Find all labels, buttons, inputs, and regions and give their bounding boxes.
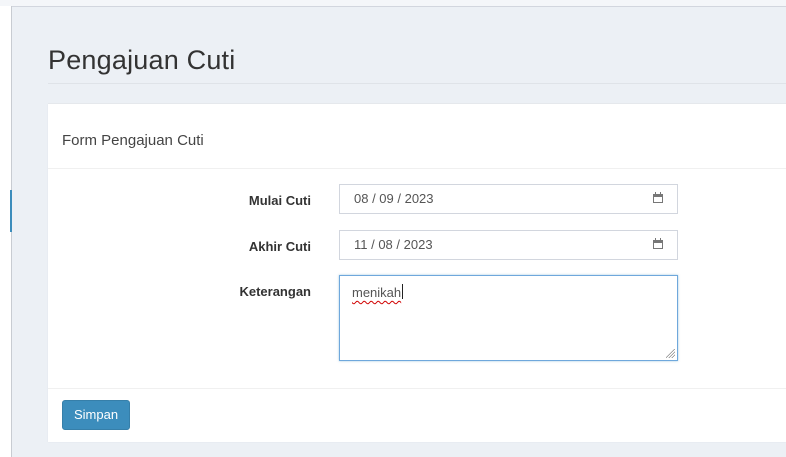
content-wrapper: Pengajuan Cuti Form Pengajuan Cuti Mulai… (12, 7, 786, 457)
leave-request-form-box: Form Pengajuan Cuti Mulai Cuti 08 / 09 /… (48, 103, 786, 442)
calendar-icon[interactable] (653, 192, 663, 203)
form-box-header: Form Pengajuan Cuti (48, 104, 786, 169)
mulai-cuti-label: Mulai Cuti (248, 193, 311, 208)
top-border (0, 0, 786, 7)
keterangan-value: menikah (352, 285, 402, 300)
akhir-cuti-label: Akhir Cuti (248, 239, 311, 254)
calendar-icon[interactable] (653, 238, 663, 249)
keterangan-label: Keterangan (239, 284, 311, 299)
form-box-footer: Simpan (48, 388, 786, 442)
page-title: Pengajuan Cuti (48, 45, 236, 75)
keterangan-textarea[interactable]: menikah (339, 275, 678, 361)
mulai-cuti-value: 08 / 09 / 2023 (354, 191, 434, 206)
save-button[interactable]: Simpan (62, 400, 131, 430)
form-title: Form Pengajuan Cuti (62, 132, 204, 149)
form-row-akhir-cuti: Akhir Cuti 11 / 08 / 2023 (48, 230, 786, 262)
akhir-cuti-date-input[interactable]: 11 / 08 / 2023 (339, 230, 678, 260)
akhir-cuti-value: 11 / 08 / 2023 (354, 237, 433, 252)
mulai-cuti-date-input[interactable]: 08 / 09 / 2023 (339, 184, 678, 214)
title-divider (48, 83, 786, 84)
text-caret (402, 284, 404, 299)
form-row-mulai-cuti: Mulai Cuti 08 / 09 / 2023 (48, 184, 786, 216)
resize-handle-icon[interactable] (666, 349, 675, 358)
form-row-keterangan: Keterangan menikah (48, 275, 786, 363)
